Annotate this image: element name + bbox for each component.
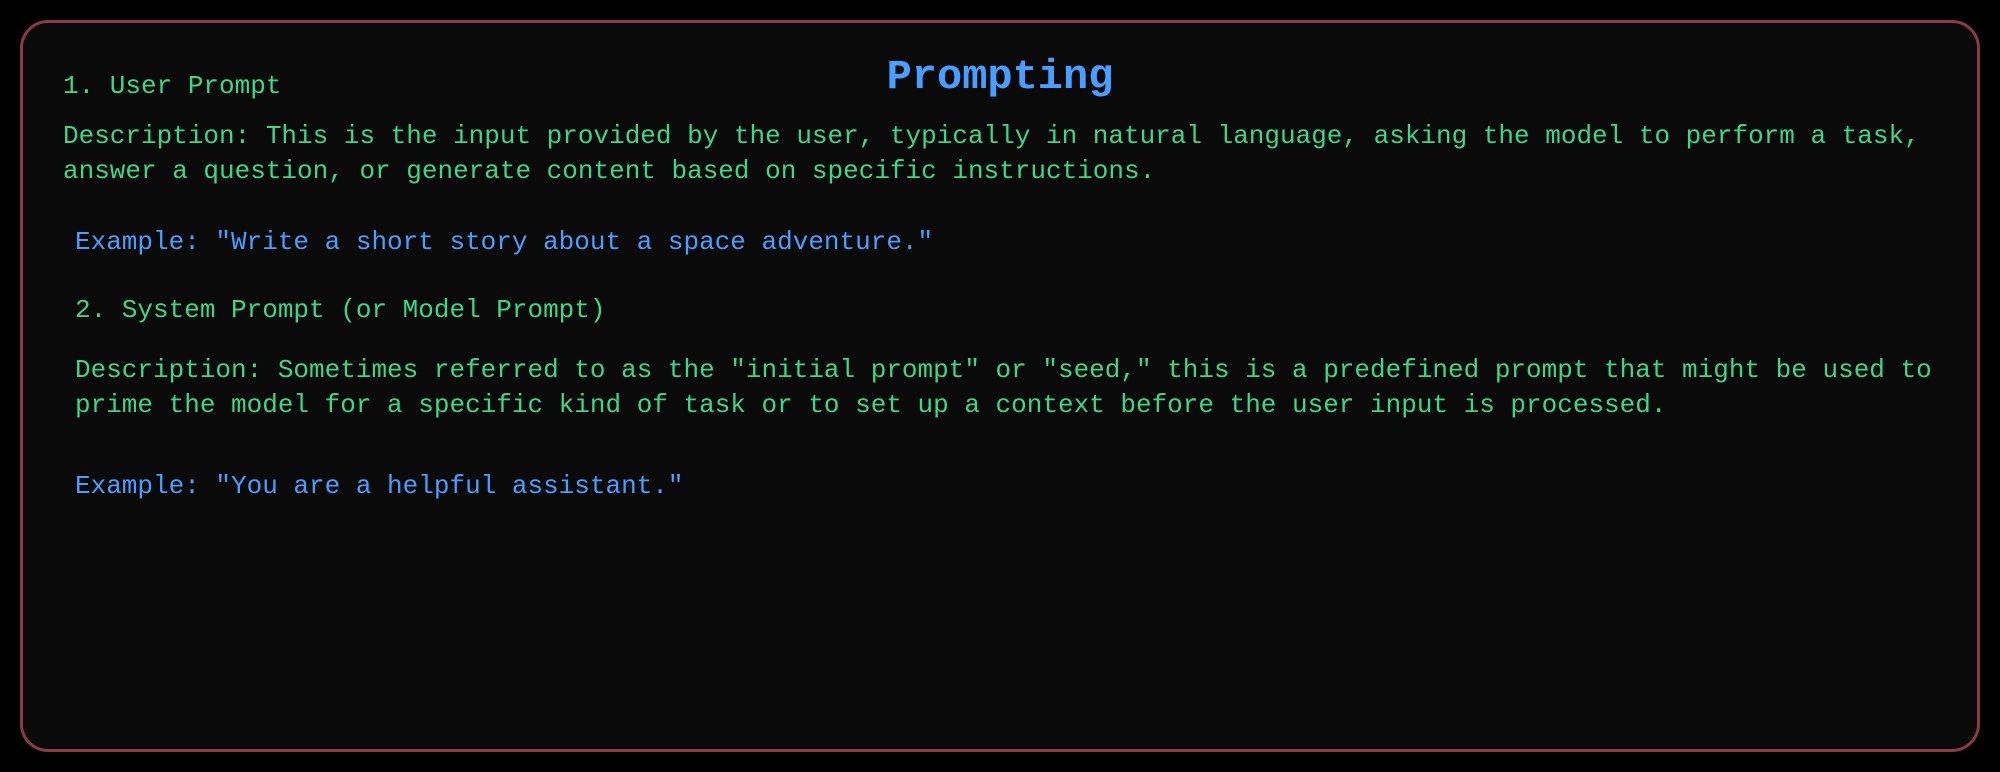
section-1-example: Example: "Write a short story about a sp…	[75, 227, 1937, 257]
section-2-heading: 2. System Prompt (or Model Prompt)	[75, 295, 1937, 325]
section-2-example: Example: "You are a helpful assistant."	[75, 471, 1937, 501]
prompting-card: Prompting 1. User Prompt Description: Th…	[20, 20, 1980, 752]
section-2-description: Description: Sometimes referred to as th…	[75, 353, 1937, 423]
section-1-description: Description: This is the input provided …	[63, 119, 1937, 189]
